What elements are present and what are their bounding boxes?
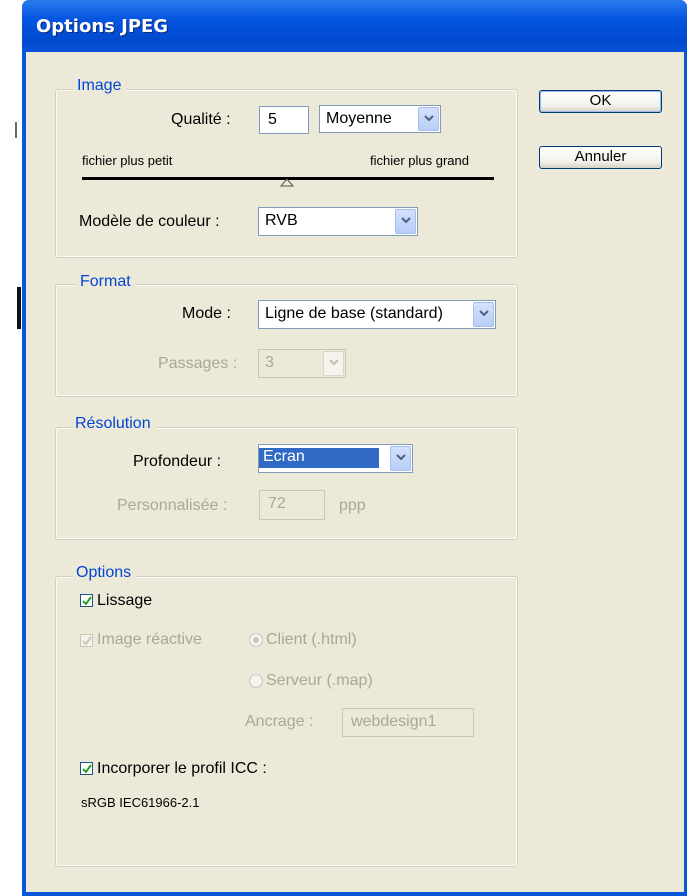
image-group-legend: Image: [74, 77, 127, 95]
anchor-label: Ancrage :: [245, 713, 314, 730]
client-radio-label: Client (.html): [266, 631, 357, 648]
chevron-down-icon[interactable]: [390, 446, 411, 471]
options-group-legend: Options: [73, 564, 137, 582]
server-radio: [249, 674, 263, 688]
passes-label: Passages :: [158, 355, 238, 372]
depth-label: Profondeur :: [133, 453, 222, 470]
icc-profile-label[interactable]: Incorporer le profil ICC :: [97, 760, 267, 778]
slider-max-label: fichier plus grand: [370, 153, 469, 168]
background-window-mark: [17, 287, 21, 329]
format-group-legend: Format: [77, 273, 136, 291]
background-window-edge: [0, 0, 22, 896]
ok-button[interactable]: OK: [539, 90, 662, 113]
custom-resolution-label: Personnalisée :: [117, 497, 228, 514]
depth-value: Ecran: [259, 448, 379, 468]
color-model-select[interactable]: RVB: [258, 207, 418, 236]
custom-resolution-input: 72: [259, 490, 325, 520]
smoothing-label[interactable]: Lissage: [97, 592, 152, 610]
slider-min-label: fichier plus petit: [82, 153, 173, 168]
checkmark-icon: [82, 764, 92, 774]
imagemap-label: Image réactive: [97, 631, 202, 648]
quality-input[interactable]: 5: [259, 106, 309, 134]
quality-preset-value: Moyenne: [326, 110, 392, 127]
slider-thumb-icon[interactable]: [280, 178, 294, 188]
mode-label: Mode :: [182, 305, 231, 322]
smoothing-checkbox[interactable]: [80, 594, 93, 607]
color-model-value: RVB: [265, 212, 298, 229]
mode-select[interactable]: Ligne de base (standard): [258, 300, 496, 329]
anchor-input: webdesign1: [342, 708, 474, 737]
chevron-down-icon: [323, 351, 344, 376]
resolution-group-legend: Résolution: [72, 415, 156, 433]
background-window-mark: [15, 122, 17, 138]
custom-resolution-unit: ppp: [339, 497, 366, 514]
chevron-down-icon[interactable]: [473, 302, 494, 327]
client-radio: [249, 633, 263, 647]
icc-profile-checkbox[interactable]: [80, 762, 93, 775]
checkmark-icon: [82, 596, 92, 606]
server-radio-label: Serveur (.map): [266, 672, 373, 689]
quality-label: Qualité :: [171, 111, 231, 128]
chevron-down-icon[interactable]: [418, 107, 439, 131]
depth-select[interactable]: Ecran: [258, 444, 413, 473]
chevron-down-icon[interactable]: [395, 209, 416, 234]
dialog-title: Options JPEG: [36, 16, 169, 37]
mode-value: Ligne de base (standard): [265, 305, 443, 322]
color-model-label: Modèle de couleur :: [79, 213, 220, 230]
passes-select: 3: [258, 349, 346, 378]
imagemap-checkbox: [80, 634, 93, 647]
quality-preset-select[interactable]: Moyenne: [319, 105, 441, 133]
passes-value: 3: [265, 354, 274, 371]
checkmark-icon: [82, 636, 92, 646]
cancel-button[interactable]: Annuler: [539, 146, 662, 169]
icc-profile-name: sRGB IEC61966-2.1: [81, 795, 200, 810]
